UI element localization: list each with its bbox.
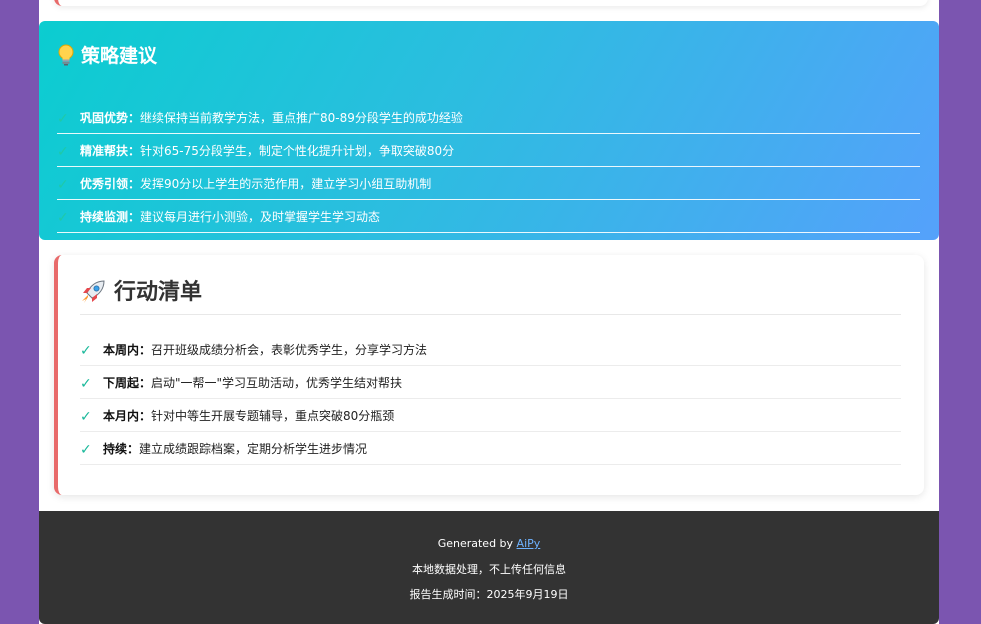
strategy-item-label: 优秀引领： [80, 177, 141, 191]
checkmark-icon: ✓ [80, 376, 92, 392]
strategy-title: 策略建议 [81, 45, 158, 67]
action-item-label: 持续： [103, 442, 140, 456]
action-item-text: 召开班级成绩分析会，表彰优秀学生，分享学习方法 [151, 343, 428, 357]
strategy-section: 策略建议 ✓ 巩固优势： 继续保持当前教学方法，重点推广80-89分段学生的成功… [39, 21, 939, 240]
checkmark-icon: ✓ [80, 409, 92, 425]
page-footer: Generated by AiPy 本地数据处理，不上传任何信息 报告生成时间：… [39, 511, 939, 624]
checkmark-icon: ✓ [80, 343, 92, 359]
report-page: 策略建议 ✓ 巩固优势： 继续保持当前教学方法，重点推广80-89分段学生的成功… [39, 0, 939, 624]
checkmark-icon: ✓ [57, 210, 69, 226]
checkmark-icon: ✓ [57, 111, 69, 127]
strategy-item: ✓ 巩固优势： 继续保持当前教学方法，重点推广80-89分段学生的成功经验 [57, 102, 920, 134]
strategy-item-text: 建议每月进行小测验，及时掌握学生学习动态 [140, 210, 381, 224]
checkmark-icon: ✓ [57, 177, 69, 193]
action-item-text: 启动"一帮一"学习互助活动，优秀学生结对帮扶 [151, 376, 403, 390]
strategy-item-text: 发挥90分以上学生的示范作用，建立学习小组互助机制 [140, 177, 432, 191]
strategy-item: ✓ 持续监测： 建议每月进行小测验，及时掌握学生学习动态 [57, 201, 920, 233]
action-item-label: 本月内： [103, 409, 152, 423]
strategy-heading: 策略建议 [57, 41, 157, 68]
action-heading: 行动清单 [80, 279, 901, 315]
previous-section-card [54, 0, 928, 6]
privacy-note: 本地数据处理，不上传任何信息 [412, 563, 566, 576]
action-item-label: 下周起： [103, 376, 152, 390]
generated-by-line: Generated by AiPy [39, 537, 939, 550]
action-item-label: 本周内： [103, 343, 152, 357]
checkmark-icon: ✓ [57, 144, 69, 160]
action-list: ✓ 本周内： 召开班级成绩分析会，表彰优秀学生，分享学习方法 ✓ 下周起： 启动… [80, 334, 901, 466]
action-item-text: 建立成绩跟踪档案，定期分析学生进步情况 [139, 442, 368, 456]
action-item-text: 针对中等生开展专题辅导，重点突破80分瓶颈 [151, 409, 395, 423]
strategy-item-label: 精准帮扶： [80, 144, 141, 158]
strategy-item-label: 持续监测： [80, 210, 141, 224]
action-item: ✓ 持续： 建立成绩跟踪档案，定期分析学生进步情况 [80, 433, 901, 465]
strategy-list: ✓ 巩固优势： 继续保持当前教学方法，重点推广80-89分段学生的成功经验 ✓ … [57, 102, 920, 234]
checkmark-icon: ✓ [80, 442, 92, 458]
generated-by-text: Generated by [437, 537, 517, 550]
strategy-item: ✓ 精准帮扶： 针对65-75分段学生，制定个性化提升计划，争取突破80分 [57, 135, 920, 167]
strategy-item-text: 继续保持当前教学方法，重点推广80-89分段学生的成功经验 [140, 111, 463, 125]
rocket-icon [82, 280, 105, 303]
strategy-item-text: 针对65-75分段学生，制定个性化提升计划，争取突破80分 [140, 144, 455, 158]
action-item: ✓ 本月内： 针对中等生开展专题辅导，重点突破80分瓶颈 [80, 400, 901, 432]
strategy-item: ✓ 优秀引领： 发挥90分以上学生的示范作用，建立学习小组互助机制 [57, 168, 920, 200]
lightbulb-icon [58, 44, 74, 65]
action-title: 行动清单 [114, 280, 203, 305]
action-item: ✓ 本周内： 召开班级成绩分析会，表彰优秀学生，分享学习方法 [80, 334, 901, 366]
strategy-item-label: 巩固优势： [80, 111, 141, 125]
report-time: 报告生成时间：2025年9月19日 [409, 588, 569, 601]
aipy-link[interactable]: AiPy [517, 537, 541, 550]
action-item: ✓ 下周起： 启动"一帮一"学习互助活动，优秀学生结对帮扶 [80, 367, 901, 399]
action-list-card: 行动清单 ✓ 本周内： 召开班级成绩分析会，表彰优秀学生，分享学习方法 ✓ 下周… [54, 255, 924, 495]
